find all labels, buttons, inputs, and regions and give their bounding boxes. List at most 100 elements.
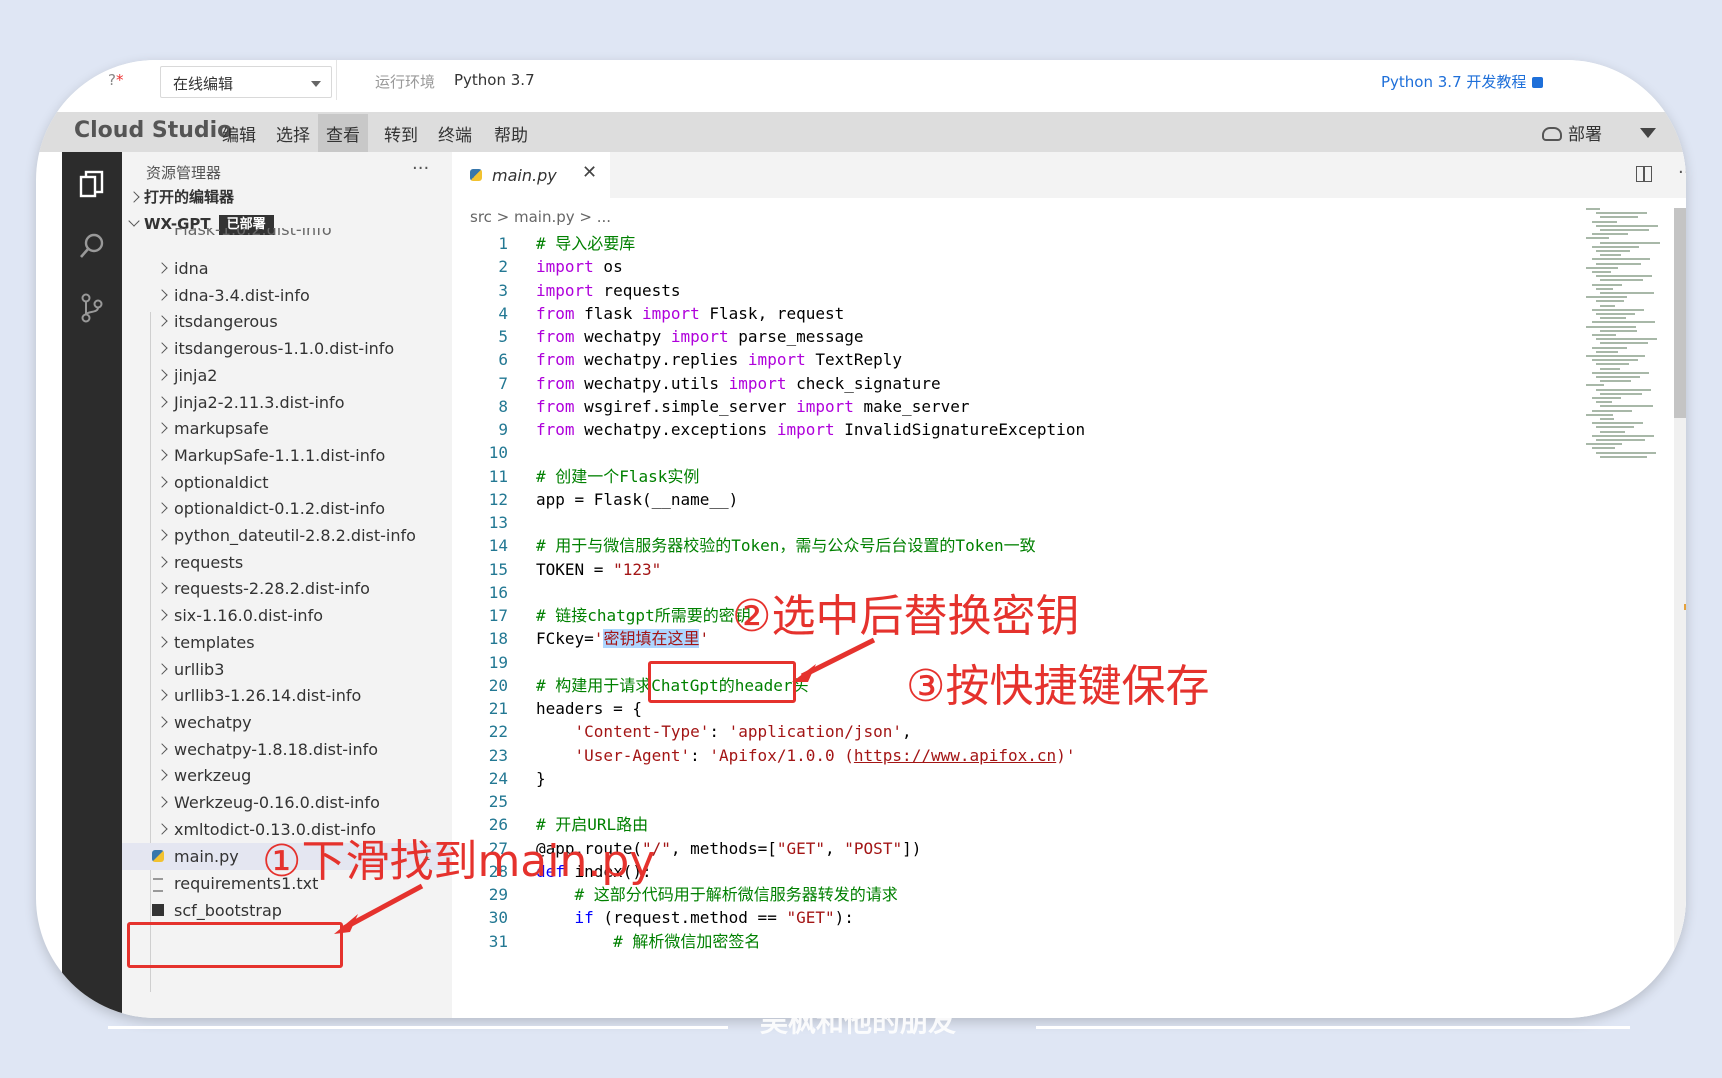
code-line[interactable]: 12 app = Flask(__name__) bbox=[452, 488, 1452, 511]
tree-folder[interactable]: optionaldict bbox=[122, 469, 452, 496]
code-line[interactable]: 22 'Content-Type': 'application/json', bbox=[452, 720, 1452, 743]
external-link-icon bbox=[1532, 77, 1544, 88]
minimap-line bbox=[1586, 443, 1622, 446]
tree-folder[interactable]: werkzeug bbox=[122, 762, 452, 789]
code-line[interactable]: 2 import os bbox=[452, 255, 1452, 278]
menu-edit[interactable]: 编辑 bbox=[216, 121, 262, 146]
minimap-line bbox=[1592, 359, 1638, 362]
tree-folder[interactable]: idna-3.4.dist-info bbox=[122, 282, 452, 309]
editor-scrollbar[interactable] bbox=[1674, 208, 1686, 1018]
folder-label: MarkupSafe-1.1.1.dist-info bbox=[174, 445, 386, 465]
line-content: FCkey='密钥填在这里' bbox=[536, 629, 710, 649]
caret-down-icon[interactable] bbox=[1640, 128, 1656, 138]
more-actions-icon[interactable]: ··· bbox=[412, 158, 429, 179]
chevron-right-icon bbox=[156, 422, 168, 434]
tree-folder[interactable]: Jinja2-2.11.3.dist-info bbox=[122, 389, 452, 416]
minimap-line bbox=[1596, 275, 1652, 278]
tree-folder[interactable]: wechatpy bbox=[122, 709, 452, 736]
file-label: scf_bootstrap bbox=[174, 901, 282, 920]
deploy-button[interactable]: 部署 bbox=[1542, 120, 1602, 145]
code-line[interactable]: 6 from wechatpy.replies import TextReply bbox=[452, 348, 1452, 371]
line-number: 17 bbox=[488, 606, 508, 625]
minimap-line bbox=[1596, 338, 1657, 341]
minimap-line bbox=[1596, 224, 1658, 227]
edit-mode-select[interactable]: 在线编辑 bbox=[160, 66, 332, 98]
code-line[interactable]: 31 # 解析微信加密签名 bbox=[452, 930, 1452, 953]
highlight-box-key bbox=[648, 661, 796, 703]
minimap-line bbox=[1600, 241, 1660, 244]
scrollbar-thumb[interactable] bbox=[1674, 208, 1686, 418]
minimap-line bbox=[1586, 237, 1609, 240]
tree-folder[interactable]: urllib3-1.26.14.dist-info bbox=[122, 682, 452, 709]
code-line[interactable]: 13 bbox=[452, 511, 1452, 534]
code-line[interactable]: 10 bbox=[452, 441, 1452, 464]
code-line[interactable]: 1 # 导入必要库 bbox=[452, 232, 1452, 255]
code-line[interactable]: 23 'User-Agent': 'Apifox/1.0.0 (https://… bbox=[452, 744, 1452, 767]
line-number: 15 bbox=[488, 559, 508, 579]
split-editor-icon[interactable] bbox=[1636, 166, 1652, 182]
code-line[interactable]: 8 from wsgiref.simple_server import make_… bbox=[452, 395, 1452, 418]
tree-folder[interactable]: MarkupSafe-1.1.1.dist-info bbox=[122, 442, 452, 469]
search-icon[interactable] bbox=[76, 230, 108, 262]
more-actions-icon[interactable]: ··· bbox=[1678, 162, 1686, 183]
menu-view[interactable]: 查看 bbox=[318, 114, 368, 153]
minimap-line bbox=[1586, 208, 1600, 210]
tutorial-link[interactable]: Python 3.7 开发教程 bbox=[1381, 71, 1544, 92]
code-line[interactable]: 14 # 用于与微信服务器校验的Token，需与公众号后台设置的Token一致 bbox=[452, 534, 1452, 557]
tutorial-link-label: Python 3.7 开发教程 bbox=[1381, 73, 1527, 91]
open-editors-section[interactable]: 打开的编辑器 bbox=[122, 184, 452, 211]
tree-folder[interactable]: templates bbox=[122, 629, 452, 656]
code-line[interactable]: 7 from wechatpy.utils import check_signat… bbox=[452, 372, 1452, 395]
menu-help[interactable]: 帮助 bbox=[488, 121, 534, 146]
line-content: from wechatpy import parse_message bbox=[536, 327, 864, 346]
chevron-right-icon bbox=[156, 609, 168, 621]
minimap-line bbox=[1600, 392, 1642, 395]
minimap-line bbox=[1592, 283, 1622, 286]
menu-terminal[interactable]: 终端 bbox=[432, 121, 478, 146]
code-line[interactable]: 24} bbox=[452, 767, 1452, 790]
files-icon[interactable] bbox=[76, 168, 108, 200]
line-number: 19 bbox=[488, 652, 508, 672]
tree-folder[interactable]: python_dateutil-2.8.2.dist-info bbox=[122, 522, 452, 549]
code-line[interactable]: 15 TOKEN = "123" bbox=[452, 558, 1452, 581]
tree-folder[interactable]: urllib3 bbox=[122, 656, 452, 683]
open-editors-label: 打开的编辑器 bbox=[144, 188, 235, 206]
tree-folder[interactable]: markupsafe bbox=[122, 415, 452, 442]
source-control-icon[interactable] bbox=[76, 292, 108, 324]
tree-folder[interactable]: requests bbox=[122, 549, 452, 576]
folder-label: Jinja2-2.11.3.dist-info bbox=[174, 392, 345, 412]
menu-goto[interactable]: 转到 bbox=[378, 121, 424, 146]
cloud-upload-icon bbox=[1542, 127, 1562, 141]
menu-select[interactable]: 选择 bbox=[270, 121, 316, 146]
tree-folder[interactable]: itsdangerous-1.1.0.dist-info bbox=[122, 335, 452, 362]
tree-folder[interactable]: idna bbox=[122, 255, 452, 282]
tree-folder[interactable]: optionaldict-0.1.2.dist-info bbox=[122, 495, 452, 522]
tree-folder[interactable]: itsdangerous bbox=[122, 308, 452, 335]
code-line[interactable]: 3 import requests bbox=[452, 279, 1452, 302]
minimap-line bbox=[1596, 262, 1641, 265]
tree-item-partial[interactable]: Flask-1.0.2.dist-info bbox=[122, 228, 452, 242]
code-line[interactable]: 5 from wechatpy import parse_message bbox=[452, 325, 1452, 348]
tree-folder[interactable]: jinja2 bbox=[122, 362, 452, 389]
breadcrumb[interactable]: src > main.py > ... bbox=[470, 208, 611, 226]
tree-folder[interactable]: requests-2.28.2.dist-info bbox=[122, 575, 452, 602]
tree-folder[interactable]: Werkzeug-0.16.0.dist-info bbox=[122, 789, 452, 816]
help-icon[interactable]: ?* bbox=[108, 71, 123, 89]
code-line[interactable]: 9 from wechatpy.exceptions import Invalid… bbox=[452, 418, 1452, 441]
minimap-line bbox=[1600, 216, 1638, 219]
code-line[interactable]: 11 # 创建一个Flask实例 bbox=[452, 465, 1452, 488]
tree-folder[interactable]: wechatpy-1.8.18.dist-info bbox=[122, 736, 452, 763]
tree-folder[interactable]: six-1.16.0.dist-info bbox=[122, 602, 452, 629]
code-line[interactable]: 4 from flask import Flask, request bbox=[452, 302, 1452, 325]
code-line[interactable]: 30 if (request.method == "GET"): bbox=[452, 906, 1452, 929]
minimap-line bbox=[1592, 258, 1650, 261]
line-content: # 链接chatgpt所需要的密钥 bbox=[536, 606, 751, 625]
annotation-step1: ①下滑找到main.py bbox=[262, 836, 656, 887]
minimap-line bbox=[1586, 266, 1618, 269]
line-content: 'Content-Type': 'application/json', bbox=[574, 722, 912, 742]
code-line[interactable]: 25 bbox=[452, 790, 1452, 813]
minimap[interactable] bbox=[1586, 208, 1666, 468]
tab-main-py[interactable]: main.py ✕ bbox=[452, 152, 610, 198]
minimap-line bbox=[1596, 250, 1630, 252]
close-icon[interactable]: ✕ bbox=[582, 162, 597, 183]
